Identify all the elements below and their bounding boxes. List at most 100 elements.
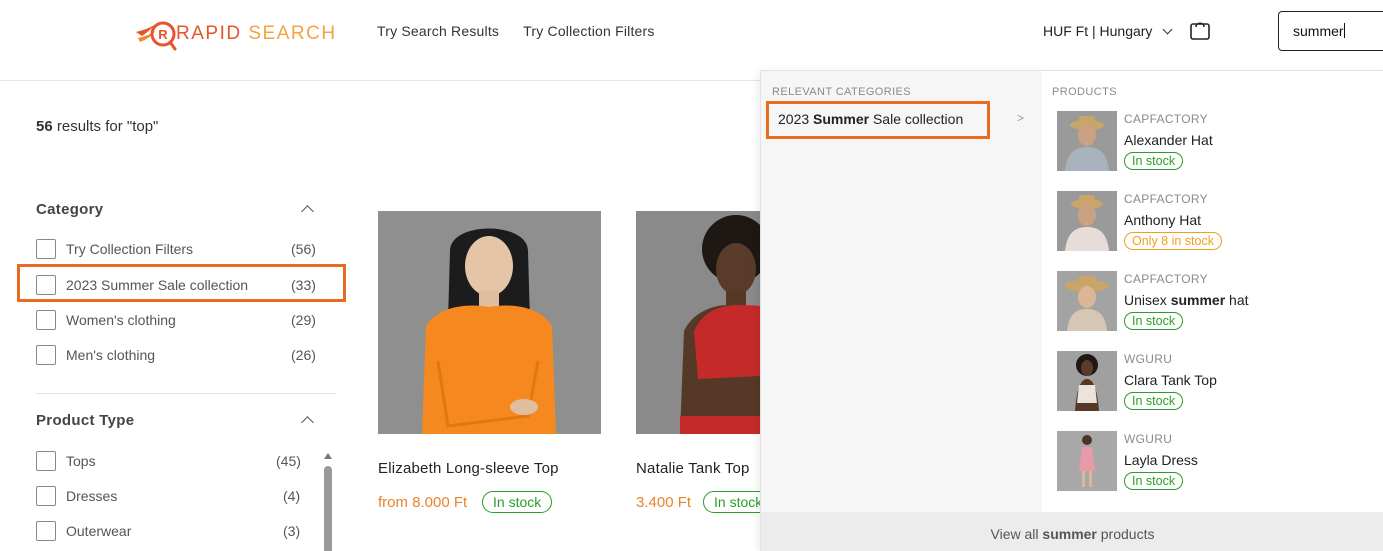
currency-label: HUF Ft | Hungary [1043, 23, 1153, 39]
product-thumbnail [1057, 351, 1117, 411]
product-thumbnail [1057, 431, 1117, 491]
facet-option-label: Outerwear [66, 523, 132, 539]
text-caret [1343, 23, 1345, 38]
rapid-search-logo[interactable]: R RAPID SEARCH [134, 14, 337, 54]
suggested-product-anthony-hat[interactable]: CAPFACTORY Anthony Hat Only 8 in stock [1057, 191, 1377, 251]
suggested-product-clara-tank-top[interactable]: WGURU Clara Tank Top In stock [1057, 351, 1377, 411]
checkbox[interactable] [36, 345, 56, 365]
logo-text: RAPID SEARCH [176, 23, 337, 45]
facet-option-label: Try Collection Filters [66, 241, 194, 257]
stock-badge-low: Only 8 in stock [1124, 232, 1222, 250]
suggested-products-panel: PRODUCTS CAPFACTORY Alexander Hat In sto… [1042, 71, 1383, 512]
view-all-match: summer [1042, 526, 1097, 542]
logo-text-search: SEARCH [241, 23, 337, 44]
checkbox[interactable] [36, 486, 56, 506]
facet-option-label: Dresses [66, 488, 118, 504]
product-title: Alexander Hat [1124, 132, 1213, 148]
product-title: Layla Dress [1124, 452, 1198, 468]
highlight-annotation-box [766, 101, 990, 139]
chevron-up-icon[interactable] [301, 416, 314, 429]
product-vendor: CAPFACTORY [1124, 272, 1208, 286]
product-title: Unisex summer hat [1124, 292, 1249, 308]
facet-option-count: (26) [291, 347, 316, 363]
product-vendor: WGURU [1124, 432, 1173, 446]
view-all-text: View all [990, 526, 1043, 542]
product-title-match: summer [1170, 292, 1226, 308]
product-title-text: Alexander Hat [1124, 132, 1213, 148]
main-nav: Try Search Results Try Collection Filter… [377, 23, 655, 39]
facet-option-label: Women's clothing [66, 312, 176, 328]
results-summary: 56 results for "top" [36, 118, 158, 135]
logo-text-rapid: RAPID [176, 23, 242, 44]
facet-title-category[interactable]: Category [36, 201, 103, 218]
product-name[interactable]: Natalie Tank Top [636, 460, 750, 477]
facet-option-try-collection-filters[interactable]: Try Collection Filters [36, 239, 193, 259]
product-thumbnail [1057, 111, 1117, 171]
search-input[interactable]: summer [1278, 11, 1383, 51]
search-autocomplete-dropdown: RELEVANT CATEGORIES 2023 Summer Sale col… [760, 70, 1383, 551]
product-name[interactable]: Elizabeth Long-sleeve Top [378, 460, 559, 477]
facet-title-product-type[interactable]: Product Type [36, 412, 134, 429]
product-image-elizabeth[interactable] [378, 211, 601, 434]
stock-badge: In stock [1124, 472, 1184, 490]
nav-try-collection-filters[interactable]: Try Collection Filters [523, 23, 654, 39]
stock-badge: In stock [1124, 312, 1184, 330]
product-thumbnail [1057, 191, 1117, 251]
facet-option-count: (4) [283, 488, 301, 504]
product-vendor: CAPFACTORY [1124, 112, 1208, 126]
product-photo-woman-red-tank [636, 211, 760, 434]
product-title-text: Unisex [1124, 292, 1171, 308]
facet-scrollbar-thumb[interactable] [324, 466, 332, 551]
svg-text:R: R [158, 27, 168, 42]
relevant-categories-panel: RELEVANT CATEGORIES 2023 Summer Sale col… [761, 71, 1042, 512]
checkbox[interactable] [36, 451, 56, 471]
product-price: from 8.000 Ft [378, 494, 468, 511]
facet-divider [36, 393, 336, 394]
highlight-annotation-box [17, 264, 346, 302]
product-title-text: Clara Tank Top [1124, 372, 1217, 388]
chevron-right-icon: > [1017, 111, 1025, 125]
cart-icon[interactable] [1189, 19, 1211, 41]
checkbox[interactable] [36, 310, 56, 330]
view-all-products-link[interactable]: View all summer products [761, 512, 1383, 551]
logo-flame-icon: R [136, 21, 177, 51]
facet-option-label: Tops [66, 453, 96, 469]
suggested-product-alexander-hat[interactable]: CAPFACTORY Alexander Hat In stock [1057, 111, 1377, 171]
search-input-value: summer [1293, 23, 1344, 39]
product-photo-woman-orange-top [378, 211, 601, 434]
facet-option-count: (3) [283, 523, 301, 539]
facet-option-tops[interactable]: Tops [36, 451, 96, 471]
results-count: 56 [36, 118, 53, 135]
view-all-text-post: products [1096, 526, 1155, 542]
product-vendor: WGURU [1124, 352, 1173, 366]
product-title-text-post: hat [1225, 292, 1249, 308]
product-title-text: Layla Dress [1124, 452, 1198, 468]
results-query-text: results for "top" [52, 118, 159, 135]
chevron-up-icon[interactable] [301, 205, 314, 218]
product-title-text: Anthony Hat [1124, 212, 1202, 228]
products-heading: PRODUCTS [1052, 86, 1117, 98]
product-image-natalie[interactable] [636, 211, 760, 434]
facet-option-count: (45) [276, 453, 301, 469]
facet-option-count: (29) [291, 312, 316, 328]
relevant-categories-heading: RELEVANT CATEGORIES [772, 86, 912, 98]
facet-option-outerwear[interactable]: Outerwear [36, 521, 131, 541]
facet-option-label: Men's clothing [66, 347, 156, 363]
nav-try-search-results[interactable]: Try Search Results [377, 23, 499, 39]
product-title: Clara Tank Top [1124, 372, 1217, 388]
facet-option-dresses[interactable]: Dresses [36, 486, 117, 506]
suggested-product-unisex-summer-hat[interactable]: CAPFACTORY Unisex summer hat In stock [1057, 271, 1377, 331]
scroll-up-arrow-icon[interactable] [324, 453, 332, 459]
product-thumbnail [1057, 271, 1117, 331]
product-title: Anthony Hat [1124, 212, 1201, 228]
stock-badge: In stock [1124, 392, 1184, 410]
stock-badge: In stock [1124, 152, 1184, 170]
suggested-product-layla-dress[interactable]: WGURU Layla Dress In stock [1057, 431, 1377, 491]
checkbox[interactable] [36, 239, 56, 259]
facet-option-mens-clothing[interactable]: Men's clothing [36, 345, 155, 365]
checkbox[interactable] [36, 521, 56, 541]
stock-badge: In stock [482, 491, 553, 513]
currency-selector[interactable]: HUF Ft | Hungary [1043, 23, 1173, 39]
chevron-down-icon [1162, 24, 1173, 34]
facet-option-womens-clothing[interactable]: Women's clothing [36, 310, 176, 330]
